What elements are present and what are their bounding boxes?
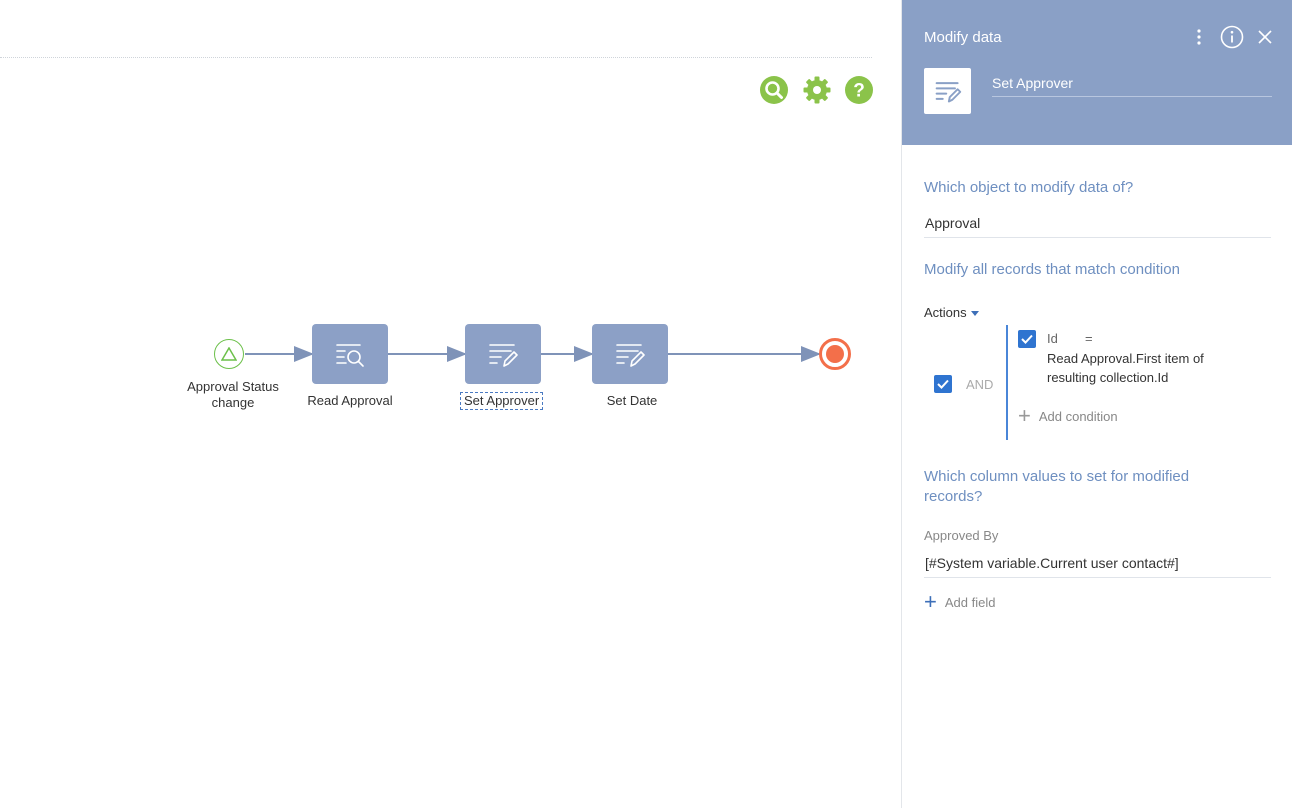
condition-question: Modify all records that match condition [924, 261, 1180, 278]
start-label-line2: change [211, 395, 255, 410]
task-label: Read Approval [307, 393, 393, 408]
object-question: Which object to modify data of? [924, 179, 1134, 196]
element-settings-panel: Modify data Which object to modify data [901, 0, 1292, 808]
info-icon[interactable] [1219, 24, 1245, 50]
element-type-icon [924, 68, 971, 114]
approved-by-value[interactable]: [#System variable.Current user contact#] [925, 555, 1179, 571]
task-set-approver[interactable] [465, 324, 541, 384]
condition-column[interactable]: Id [1047, 331, 1058, 346]
process-canvas: ? Approval Status change Read Approval S… [0, 0, 901, 808]
add-field-button[interactable]: + Add field [924, 589, 996, 614]
element-name-input[interactable] [992, 70, 1272, 97]
task-label-selected: Set Approver [460, 392, 544, 410]
start-label-line1: Approval Status [187, 379, 279, 394]
panel-title: Modify data [924, 29, 1002, 46]
add-field-label: Add field [944, 594, 996, 610]
actions-label: Actions [924, 305, 967, 320]
condition-checkbox[interactable] [1018, 330, 1036, 348]
check-icon [937, 379, 949, 389]
condition-operator[interactable]: = [1085, 331, 1093, 346]
more-menu-icon[interactable] [1186, 24, 1212, 50]
field-underline [924, 577, 1271, 578]
task-set-date[interactable] [592, 324, 668, 384]
object-field-underline [924, 237, 1271, 238]
task-read-approval[interactable] [312, 324, 388, 384]
columns-question-line1: Which column values to set for modified [924, 468, 1190, 485]
end-event-icon [826, 345, 844, 363]
end-event[interactable] [819, 338, 851, 370]
add-condition-button[interactable]: + Add condition [1018, 403, 1118, 428]
read-data-icon [336, 344, 364, 367]
actions-dropdown[interactable]: Actions [924, 305, 979, 320]
condition-group-bar [1006, 325, 1008, 440]
field-caption: Approved By [924, 528, 999, 543]
task-label: Set Date [606, 393, 658, 408]
group-operator[interactable]: AND [966, 377, 993, 392]
chevron-down-icon [970, 311, 979, 317]
sequence-flows [245, 346, 821, 362]
add-condition-label: Add condition [1038, 408, 1118, 424]
columns-question-line2: records? [924, 488, 983, 505]
close-icon[interactable] [1252, 24, 1278, 50]
plus-icon: + [1018, 403, 1031, 428]
modify-data-icon [489, 344, 518, 367]
object-lookup-value[interactable]: Approval [925, 215, 980, 231]
triangle-icon [221, 347, 237, 361]
condition-value[interactable]: Read Approval.First item of resulting co… [1047, 349, 1237, 387]
plus-icon: + [924, 589, 937, 614]
columns-question: Which column values to set for modified … [924, 467, 1189, 507]
modify-data-icon [935, 82, 961, 103]
start-event-label: Approval Status change [183, 379, 283, 411]
panel-header: Modify data [902, 0, 1292, 145]
modify-data-icon [616, 344, 645, 367]
check-icon [1021, 334, 1033, 344]
start-event-signal[interactable] [214, 339, 244, 369]
group-checkbox[interactable] [934, 375, 952, 393]
